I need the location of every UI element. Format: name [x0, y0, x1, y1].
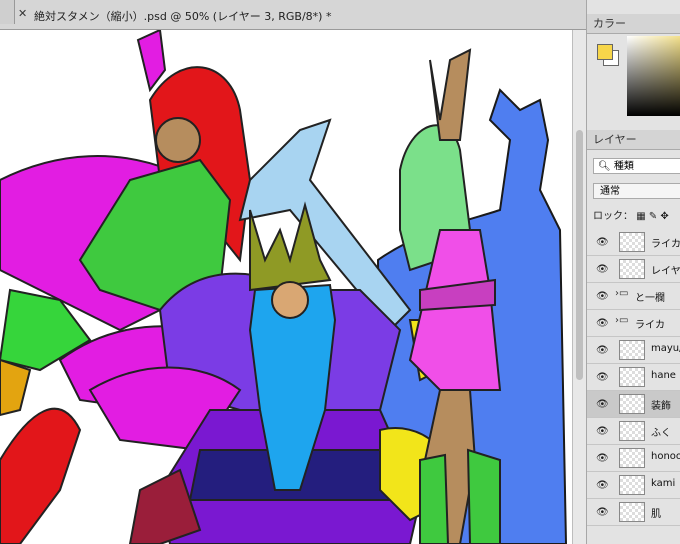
eye-icon[interactable]: 👁︎ — [596, 507, 609, 518]
canvas[interactable] — [0, 30, 572, 544]
layer-row[interactable]: 👁︎ mayu/ — [587, 337, 680, 364]
document-tab[interactable]: ✕ 絶対スタメン（縮小）.psd @ 50% (レイヤー 3, RGB/8*) … — [0, 0, 586, 30]
folder-icon: ›▭ — [615, 288, 629, 299]
layer-thumbnail — [619, 421, 645, 441]
scrollbar-thumb[interactable] — [576, 130, 583, 380]
eye-icon[interactable]: 👁︎ — [596, 399, 609, 410]
layer-row[interactable]: 👁︎ ふく — [587, 418, 680, 445]
layer-filter-kind: 種類 — [613, 161, 634, 172]
eye-icon[interactable]: 👁︎ — [596, 480, 609, 491]
eye-icon[interactable]: 👁︎ — [596, 426, 609, 437]
layer-name: kami — [651, 478, 676, 489]
layer-row[interactable]: 👁︎ kami — [587, 472, 680, 499]
eye-icon[interactable]: 👁︎ — [596, 345, 609, 356]
side-panel: カラー レイヤー 🔍︎ 種類 通常 ロック： ▦ ✎ ✥ 👁︎ ライカ 👁︎ レイヤ… — [586, 0, 680, 544]
color-picker-field[interactable] — [627, 36, 680, 116]
eye-icon[interactable]: 👁︎ — [596, 291, 609, 302]
search-icon: 🔍︎ — [598, 161, 611, 172]
layer-thumbnail — [619, 475, 645, 495]
layer-name: ふく — [651, 428, 671, 439]
layer-thumbnail — [619, 232, 645, 252]
layer-name: レイヤー — [651, 266, 680, 277]
layer-row[interactable]: 👁︎ ライカ — [587, 229, 680, 256]
foreground-color-swatch[interactable] — [597, 44, 613, 60]
eye-icon[interactable]: 👁︎ — [596, 372, 609, 383]
ruler-corner — [0, 0, 15, 24]
layer-group-row[interactable]: 👁︎ ›▭ と一欄 — [587, 283, 680, 310]
layer-name: honoo — [651, 451, 680, 462]
lock-label: ロック： — [593, 211, 633, 222]
canvas-scrollbar[interactable] — [572, 30, 586, 544]
tab-color[interactable]: カラー — [587, 14, 680, 34]
layer-thumbnail — [619, 448, 645, 468]
eye-icon[interactable]: 👁︎ — [596, 453, 609, 464]
layer-list: 👁︎ ライカ 👁︎ レイヤー 👁︎ ›▭ と一欄 👁︎ ›▭ ライカ 👁︎ mayu/ 👁︎ h… — [587, 229, 680, 526]
layer-thumbnail — [619, 502, 645, 522]
layer-name: ライカ — [651, 239, 680, 250]
layer-group-row[interactable]: 👁︎ ›▭ ライカ — [587, 310, 680, 337]
layer-name: 肌 — [651, 509, 661, 520]
layer-filter-input[interactable]: 🔍︎ 種類 — [593, 158, 680, 174]
layer-row[interactable]: 👁︎ honoo — [587, 445, 680, 472]
tab-layers[interactable]: レイヤー — [587, 130, 680, 150]
layer-thumbnail — [619, 259, 645, 279]
lock-position-icon[interactable]: ✥ — [660, 211, 668, 222]
document-title: 絶対スタメン（縮小）.psd @ 50% (レイヤー 3, RGB/8*) * — [34, 10, 332, 23]
layer-row[interactable]: 👁︎ レイヤー — [587, 256, 680, 283]
layer-name: hane — [651, 370, 676, 381]
layer-row-selected[interactable]: 👁︎ 装飾 — [587, 391, 680, 418]
layer-thumbnail — [619, 340, 645, 360]
eye-icon[interactable]: 👁︎ — [596, 237, 609, 248]
lock-brush-icon[interactable]: ✎ — [649, 211, 657, 222]
blend-mode-select[interactable]: 通常 — [593, 183, 680, 199]
folder-icon: ›▭ — [615, 315, 629, 326]
artwork — [0, 30, 568, 544]
layer-row[interactable]: 👁︎ hane — [587, 364, 680, 391]
eye-icon[interactable]: 👁︎ — [596, 264, 609, 275]
eye-icon[interactable]: 👁︎ — [596, 318, 609, 329]
layer-name: ライカ — [635, 320, 665, 331]
lock-row: ロック： ▦ ✎ ✥ — [593, 207, 669, 222]
layer-thumbnail — [619, 394, 645, 414]
layer-name: mayu/ — [651, 343, 680, 354]
close-icon[interactable]: ✕ — [18, 7, 27, 20]
layer-row[interactable]: 👁︎ 肌 — [587, 499, 680, 526]
layer-name: と一欄 — [635, 293, 665, 304]
layer-thumbnail — [619, 367, 645, 387]
layer-name: 装飾 — [651, 401, 671, 412]
lock-transparent-icon[interactable]: ▦ — [636, 211, 645, 222]
